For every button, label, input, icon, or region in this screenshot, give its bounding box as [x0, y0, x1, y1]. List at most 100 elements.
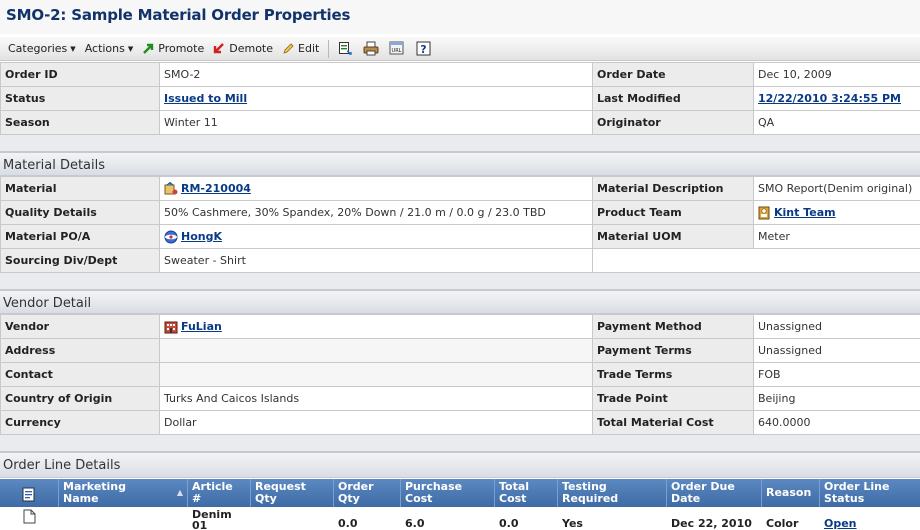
material-po-link[interactable]: HongK	[181, 230, 222, 243]
payment-terms-label: Payment Terms	[592, 338, 754, 363]
table-row[interactable]: Denim 01 0.0 6.0 0.0 Yes Dec 22, 2010 Co…	[0, 507, 920, 530]
payment-method-label: Payment Method	[592, 314, 754, 339]
trade-point-value: Beijing	[753, 386, 920, 411]
vendor-link[interactable]: FuLian	[181, 320, 222, 333]
order-lines-column-headers: Marketing Name ▲ Article # Request Qty O…	[0, 479, 920, 507]
svg-text:?: ?	[420, 43, 426, 56]
url-link-icon: URL	[389, 41, 404, 55]
contact-value	[159, 362, 593, 387]
table-row: Contact Trade Terms FOB	[0, 362, 920, 387]
column-header-text: Cost	[405, 492, 433, 505]
categories-menu-label: Categories	[8, 42, 68, 55]
order-qty-cell: 0.0	[338, 517, 358, 530]
page-title: SMO-2: Sample Material Order Properties	[6, 6, 351, 24]
address-value	[159, 338, 593, 363]
order-line-status-cell: Open	[820, 507, 920, 530]
print-icon[interactable]	[363, 41, 379, 57]
originator-value: QA	[753, 110, 920, 135]
actions-menu[interactable]: Actions ▼	[85, 42, 134, 55]
column-header-request-qty[interactable]: Request Qty	[251, 479, 334, 507]
article-cell: Denim 01	[188, 507, 251, 530]
supplier-globe-icon	[164, 230, 178, 243]
material-uom-label: Material UOM	[592, 224, 754, 249]
document-icon	[23, 509, 36, 524]
team-icon	[758, 206, 770, 219]
edit-button[interactable]: Edit	[282, 42, 319, 55]
order-date-value: Dec 10, 2009	[753, 62, 920, 87]
table-row: Status Issued to Mill Last Modified 12/2…	[0, 86, 920, 111]
season-label: Season	[0, 110, 160, 135]
vendor-detail-table: Vendor FuLian Payment Method Unassigned …	[0, 314, 920, 435]
quality-details-label: Quality Details	[0, 200, 160, 225]
order-header-table: Order ID SMO-2 Order Date Dec 10, 2009 S…	[0, 62, 920, 135]
vendor-detail-header: Vendor Detail	[0, 290, 920, 314]
column-header-total-cost[interactable]: Total Cost	[495, 479, 558, 507]
table-row: Sourcing Div/Dept Sweater - Shirt	[0, 248, 920, 273]
payment-terms-value: Unassigned	[753, 338, 920, 363]
column-header-text: Reason	[766, 486, 812, 499]
section-spacer	[0, 273, 920, 290]
section-spacer	[0, 435, 920, 452]
section-spacer	[0, 135, 920, 152]
last-modified-link[interactable]: 12/22/2010 3:24:55 PM	[758, 92, 901, 105]
column-header-marketing-name[interactable]: Marketing Name ▲	[59, 479, 188, 507]
material-link[interactable]: RM-210004	[181, 182, 251, 195]
column-header-text: Qty	[255, 492, 277, 505]
product-team-link[interactable]: Kint Team	[774, 206, 836, 219]
help-icon[interactable]: ?	[415, 41, 431, 57]
article-value: 01	[192, 519, 208, 530]
column-header-order-line-status[interactable]: Order Line Status	[820, 479, 920, 507]
column-header-text: Required	[562, 492, 619, 505]
address-label: Address	[0, 338, 160, 363]
demote-button[interactable]: Demote	[213, 42, 273, 55]
table-row: Material RM-210004 Material Description …	[0, 176, 920, 201]
trade-terms-value: FOB	[753, 362, 920, 387]
total-cost-cell: 0.0	[499, 517, 519, 530]
vendor-label: Vendor	[0, 314, 160, 339]
material-po-label: Material PO/A	[0, 224, 160, 249]
table-row: Order ID SMO-2 Order Date Dec 10, 2009	[0, 62, 920, 87]
column-header-reason[interactable]: Reason	[762, 479, 820, 507]
empty-cell	[753, 248, 920, 273]
quality-details-value: 50% Cashmere, 30% Spandex, 20% Down / 21…	[159, 200, 593, 225]
row-select-cell[interactable]	[0, 507, 59, 530]
trade-terms-label: Trade Terms	[592, 362, 754, 387]
column-header-order-qty[interactable]: Order Qty	[334, 479, 401, 507]
categories-menu[interactable]: Categories ▼	[8, 42, 76, 55]
promote-arrow-icon	[143, 43, 154, 54]
table-row: Address Payment Terms Unassigned	[0, 338, 920, 363]
country-value: Turks And Caicos Islands	[159, 386, 593, 411]
table-row: Currency Dollar Total Material Cost 640.…	[0, 410, 920, 435]
currency-value: Dollar	[159, 410, 593, 435]
pencil-icon	[283, 43, 294, 54]
column-header-text: Qty	[338, 492, 360, 505]
status-link[interactable]: Issued to Mill	[164, 92, 247, 105]
column-header-text: Status	[824, 492, 865, 505]
url-link-icon[interactable]: URL	[389, 41, 405, 57]
svg-text:URL: URL	[392, 48, 402, 54]
table-row: Quality Details 50% Cashmere, 30% Spande…	[0, 200, 920, 225]
column-header-article[interactable]: Article #	[188, 479, 251, 507]
column-header-testing-required[interactable]: Testing Required	[558, 479, 667, 507]
column-select-header[interactable]	[0, 479, 59, 507]
column-header-order-due-date[interactable]: Order Due Date	[667, 479, 762, 507]
column-header-text: Cost	[499, 492, 527, 505]
material-icon	[164, 181, 178, 194]
contact-label: Contact	[0, 362, 160, 387]
purchase-cost-cell: 6.0	[405, 517, 425, 530]
promote-button[interactable]: Promote	[142, 42, 204, 55]
table-row: Vendor FuLian Payment Method Unassigned	[0, 314, 920, 339]
sourcing-value: Sweater - Shirt	[159, 248, 593, 273]
total-material-cost-value: 640.0000	[753, 410, 920, 435]
order-line-status-link[interactable]: Open	[824, 518, 857, 529]
empty-cell	[592, 248, 754, 273]
table-row: Material PO/A HongK Material UOM Meter	[0, 224, 920, 249]
testing-required-cell: Yes	[562, 517, 583, 530]
column-header-purchase-cost[interactable]: Purchase Cost	[401, 479, 495, 507]
export-icon[interactable]	[337, 41, 353, 57]
print-icon	[363, 41, 379, 56]
column-header-text: Name	[63, 492, 99, 505]
vendor-building-icon	[164, 321, 178, 333]
promote-button-label: Promote	[158, 42, 205, 55]
chevron-down-icon: ▼	[70, 44, 76, 53]
